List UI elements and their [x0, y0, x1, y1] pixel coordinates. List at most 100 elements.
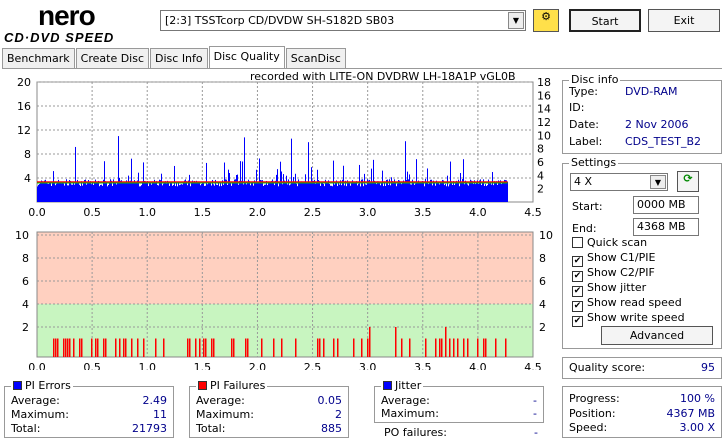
avg-label: Average:: [381, 394, 430, 407]
drive-settings-icon[interactable]: ⚙: [533, 9, 559, 32]
checkbox-show-c2-pif[interactable]: ✔ Show C2/PIF: [572, 266, 655, 282]
end-input[interactable]: 4368 MB: [633, 218, 699, 236]
chevron-down-icon[interactable]: ▼: [650, 175, 666, 189]
pi-error-bar: [414, 184, 415, 202]
pi-error-bar: [56, 183, 57, 202]
pi-error-bar: [263, 185, 264, 202]
checkbox-label: Show read speed: [587, 296, 682, 309]
pi-error-bar: [213, 184, 214, 202]
start-input[interactable]: 0000 MB: [633, 196, 699, 214]
pi-failure-bar: [203, 338, 205, 357]
po-failures-row: PO failures: -: [384, 426, 538, 439]
pi-error-bar: [181, 184, 182, 202]
po-failures-value: -: [534, 426, 538, 439]
y-tick-label: 20: [17, 76, 31, 89]
tab-disc-info[interactable]: Disc Info: [150, 48, 208, 68]
x-tick-label: 1.0: [138, 361, 156, 370]
pi-error-bar: [179, 185, 180, 202]
pi-failure-bar: [67, 338, 69, 357]
pi-error-bar: [447, 175, 448, 202]
pi-error-bar: [358, 183, 359, 202]
pi-error-bar: [392, 181, 393, 202]
advanced-button[interactable]: Advanced: [601, 326, 713, 345]
pi-failure-bar: [457, 338, 459, 357]
pi-error-bar: [311, 167, 312, 202]
pi-error-bar: [383, 186, 384, 202]
tab-scandisc[interactable]: ScanDisc: [285, 48, 346, 68]
pi-error-bar: [63, 183, 64, 202]
pi-failure-bar: [189, 338, 191, 357]
drive-select[interactable]: [2:3] TSSTcorp CD/DVDW SH-S182D SB03 ▼: [160, 10, 526, 31]
checkbox-show-jitter[interactable]: ✔ Show jitter: [572, 281, 646, 297]
pi-error-bar: [115, 182, 116, 202]
pi-error-bar: [345, 180, 346, 202]
pi-error-bar: [198, 182, 199, 202]
pi-error-bar: [168, 182, 169, 202]
pi-error-bar: [120, 180, 121, 202]
speed-select[interactable]: 4 X ▼: [570, 173, 668, 191]
pi-error-bar: [492, 172, 493, 202]
pi-error-bar: [499, 181, 500, 202]
pi-error-bar: [443, 180, 444, 202]
pi-error-bar: [161, 173, 162, 202]
type-value: DVD-RAM: [625, 85, 678, 98]
pi-error-bar: [478, 184, 479, 202]
pi-error-bar: [461, 182, 462, 202]
checkbox-box[interactable]: [572, 237, 583, 248]
pi-failure-bar: [211, 338, 213, 357]
pi-failure-bar: [163, 338, 165, 357]
pi-error-bar: [266, 180, 267, 202]
tab-benchmark[interactable]: Benchmark: [2, 48, 75, 68]
tab-disc-quality[interactable]: Disc Quality: [208, 46, 285, 68]
checkbox-show-c1-pie[interactable]: ✔ Show C1/PIE: [572, 251, 655, 267]
pi-error-bar: [81, 181, 82, 202]
start-button[interactable]: Start: [569, 9, 641, 32]
x-tick-label: 2.5: [304, 361, 322, 370]
pi-failure-bar: [247, 338, 249, 357]
pi-error-bar: [188, 180, 189, 202]
pi-error-bar: [487, 185, 488, 202]
pi-error-bar: [148, 186, 149, 202]
pi-error-bar: [350, 185, 351, 202]
pi-error-bar: [83, 181, 84, 202]
pi-error-bar: [495, 182, 496, 202]
pi-error-bar: [410, 184, 411, 202]
quality-score-box: Quality score: 95: [562, 357, 722, 379]
chevron-down-icon[interactable]: ▼: [508, 12, 524, 29]
checkbox-box[interactable]: ✔: [572, 316, 583, 327]
pi-error-bar: [133, 183, 134, 202]
pi-error-bar: [370, 181, 371, 202]
exit-button[interactable]: Exit: [648, 9, 720, 32]
pi-failure-bar: [125, 338, 127, 357]
pi-error-bar: [455, 183, 456, 202]
pi-failure-bar: [445, 327, 447, 357]
pi-error-bar: [259, 158, 260, 202]
checkbox-show-write-speed[interactable]: ✔ Show write speed: [572, 311, 685, 327]
pi-error-bar: [125, 181, 126, 202]
pi-failure-bar: [353, 338, 355, 357]
pi-error-bar: [466, 183, 467, 202]
pi-error-bar: [351, 181, 352, 202]
pi-error-bar: [246, 184, 247, 202]
pi-error-bar: [251, 183, 252, 202]
pi-error-bar: [382, 170, 383, 202]
pi-error-bar: [171, 182, 172, 202]
pi-error-bar: [448, 186, 449, 202]
pi-error-bar: [418, 180, 419, 202]
pi-error-bar: [493, 185, 494, 202]
pi-error-bar: [429, 182, 430, 202]
pi-error-bar: [230, 183, 231, 202]
pi-error-bar: [195, 182, 196, 202]
tab-create-disc[interactable]: Create Disc: [75, 48, 150, 68]
pi-error-bar: [436, 180, 437, 202]
pi-error-bar: [395, 182, 396, 202]
pi-failure-bar: [105, 338, 107, 357]
pi-error-bar: [49, 183, 50, 202]
checkbox-show-read-speed[interactable]: ✔ Show read speed: [572, 296, 682, 312]
checkbox-quick-scan[interactable]: Quick scan: [572, 236, 647, 249]
y2-tick-label: 4: [537, 169, 544, 182]
pi-error-bar: [327, 183, 328, 202]
refresh-icon[interactable]: ⟳: [677, 171, 699, 192]
pi-error-bar: [476, 183, 477, 202]
pi-error-bar: [163, 183, 164, 202]
